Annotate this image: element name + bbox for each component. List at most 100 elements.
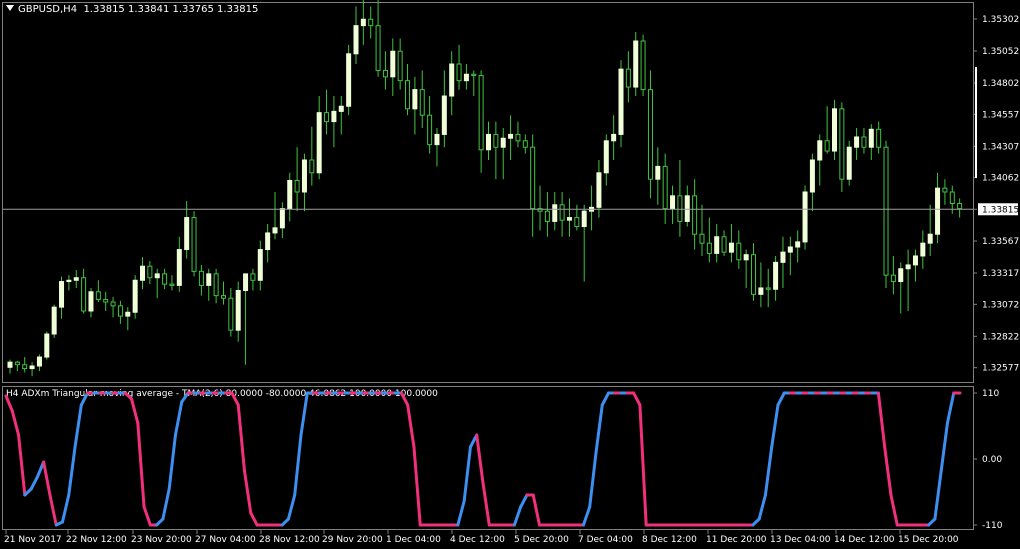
candle-body [500, 137, 506, 148]
candle-body [14, 361, 20, 366]
indicator-segment [299, 391, 309, 437]
candle-body [463, 73, 469, 82]
candle-body [206, 273, 212, 286]
candle-body [110, 301, 116, 307]
candle-body [412, 89, 418, 110]
candle-body [677, 195, 683, 222]
indicator-segment [29, 475, 39, 491]
indicator-segment [889, 493, 899, 527]
indicator-axis: 110 0.00 -110 [973, 389, 1003, 531]
indicator-segment [588, 451, 598, 509]
candle-body [795, 241, 801, 248]
indicator-segment [286, 493, 297, 521]
indicator-segment [399, 391, 410, 407]
candle-body [486, 133, 491, 151]
time-tick-label: 22 Nov 12:00 [66, 535, 127, 545]
candle-body [235, 290, 241, 331]
candle-body [228, 297, 234, 331]
price-tick-label: 1.35302 [982, 15, 1019, 25]
chart-canvas[interactable]: 1.35302 1.35052 1.34802 1.34557 1.34307 1.340… [0, 0, 1020, 549]
indicator-segment [581, 505, 592, 527]
candle-body [198, 270, 204, 286]
candle-body [125, 311, 131, 317]
time-tick-label: 21 Nov 2017 [4, 535, 62, 545]
indicator-segment [130, 397, 140, 425]
candle-body [147, 265, 153, 279]
candle-body [287, 179, 293, 210]
indicator-segment [230, 391, 240, 407]
candle-body [787, 246, 793, 253]
candle-body [809, 159, 815, 193]
candle-body [176, 249, 182, 286]
candle-body [692, 195, 698, 235]
price-axis[interactable]: 1.35302 1.35052 1.34802 1.34557 1.34307 1.340… [973, 15, 1019, 374]
candle-body [780, 251, 786, 263]
indicator-lines [4, 391, 962, 527]
candle-body [51, 306, 57, 335]
indicator-segment [939, 421, 949, 473]
candle-body [522, 140, 528, 148]
candle-body [434, 133, 440, 146]
candle-body [611, 133, 617, 142]
candle-body [530, 146, 536, 210]
price-tick-label: 1.32822 [982, 332, 1019, 342]
indicator-segment [73, 403, 83, 449]
candle-body [257, 249, 263, 281]
candle-body [132, 279, 138, 313]
candle-body [213, 273, 219, 297]
price-tick-label: 1.34307 [982, 142, 1019, 152]
candle-body [618, 68, 624, 135]
time-tick-label: 23 Nov 20:00 [131, 535, 192, 545]
candle-body [22, 364, 28, 370]
candle-body [382, 69, 388, 78]
candle-body [574, 217, 580, 228]
level-label: 110 [982, 389, 999, 399]
current-price-label: 1.33815 [982, 205, 1019, 215]
candle-body [758, 287, 764, 295]
candle-body [7, 361, 13, 368]
indicator-segment [167, 433, 177, 491]
indicator-segment [876, 391, 887, 449]
candle-body [647, 89, 653, 180]
indicator-segment [638, 403, 648, 527]
candle-body [817, 140, 823, 161]
indicator-segment [293, 433, 303, 497]
candle-body [949, 191, 955, 205]
indicator-segment [412, 445, 422, 527]
indicator-segment [945, 391, 956, 425]
indicator-segment [406, 403, 416, 449]
candle-body [670, 195, 676, 210]
candle-body [272, 227, 278, 234]
candle-body [250, 273, 256, 281]
candle-body [566, 217, 572, 221]
candle-body [191, 217, 197, 272]
candle-body [88, 291, 94, 312]
candle-body [552, 204, 558, 222]
indicator-segment [173, 400, 184, 437]
candle-body [456, 63, 462, 82]
time-axis[interactable]: 21 Nov 2017 22 Nov 12:00 23 Nov 20:00 27 No… [4, 530, 959, 545]
candle-body [44, 333, 50, 358]
candle-body [625, 68, 631, 88]
indicator-segment [249, 511, 259, 527]
candle-body [220, 295, 226, 299]
candle-body [103, 298, 109, 303]
candle-body [633, 40, 639, 88]
indicator-segment [17, 433, 27, 497]
price-tick-label: 1.33072 [982, 300, 1019, 310]
time-tick-label: 8 Dec 12:00 [642, 535, 697, 545]
candle-body [390, 50, 396, 78]
candle-body [419, 89, 425, 116]
candle-body [117, 305, 123, 317]
candle-body [309, 159, 315, 174]
candle-body [471, 73, 477, 77]
candle-body [346, 53, 352, 107]
candle-body [184, 217, 190, 251]
indicator-segment [48, 493, 58, 527]
candle-body [441, 95, 447, 135]
candle-body [544, 210, 550, 222]
candle-body [802, 191, 808, 243]
candle-body [59, 281, 65, 308]
candle-body [912, 255, 918, 266]
candle-body [493, 133, 499, 148]
